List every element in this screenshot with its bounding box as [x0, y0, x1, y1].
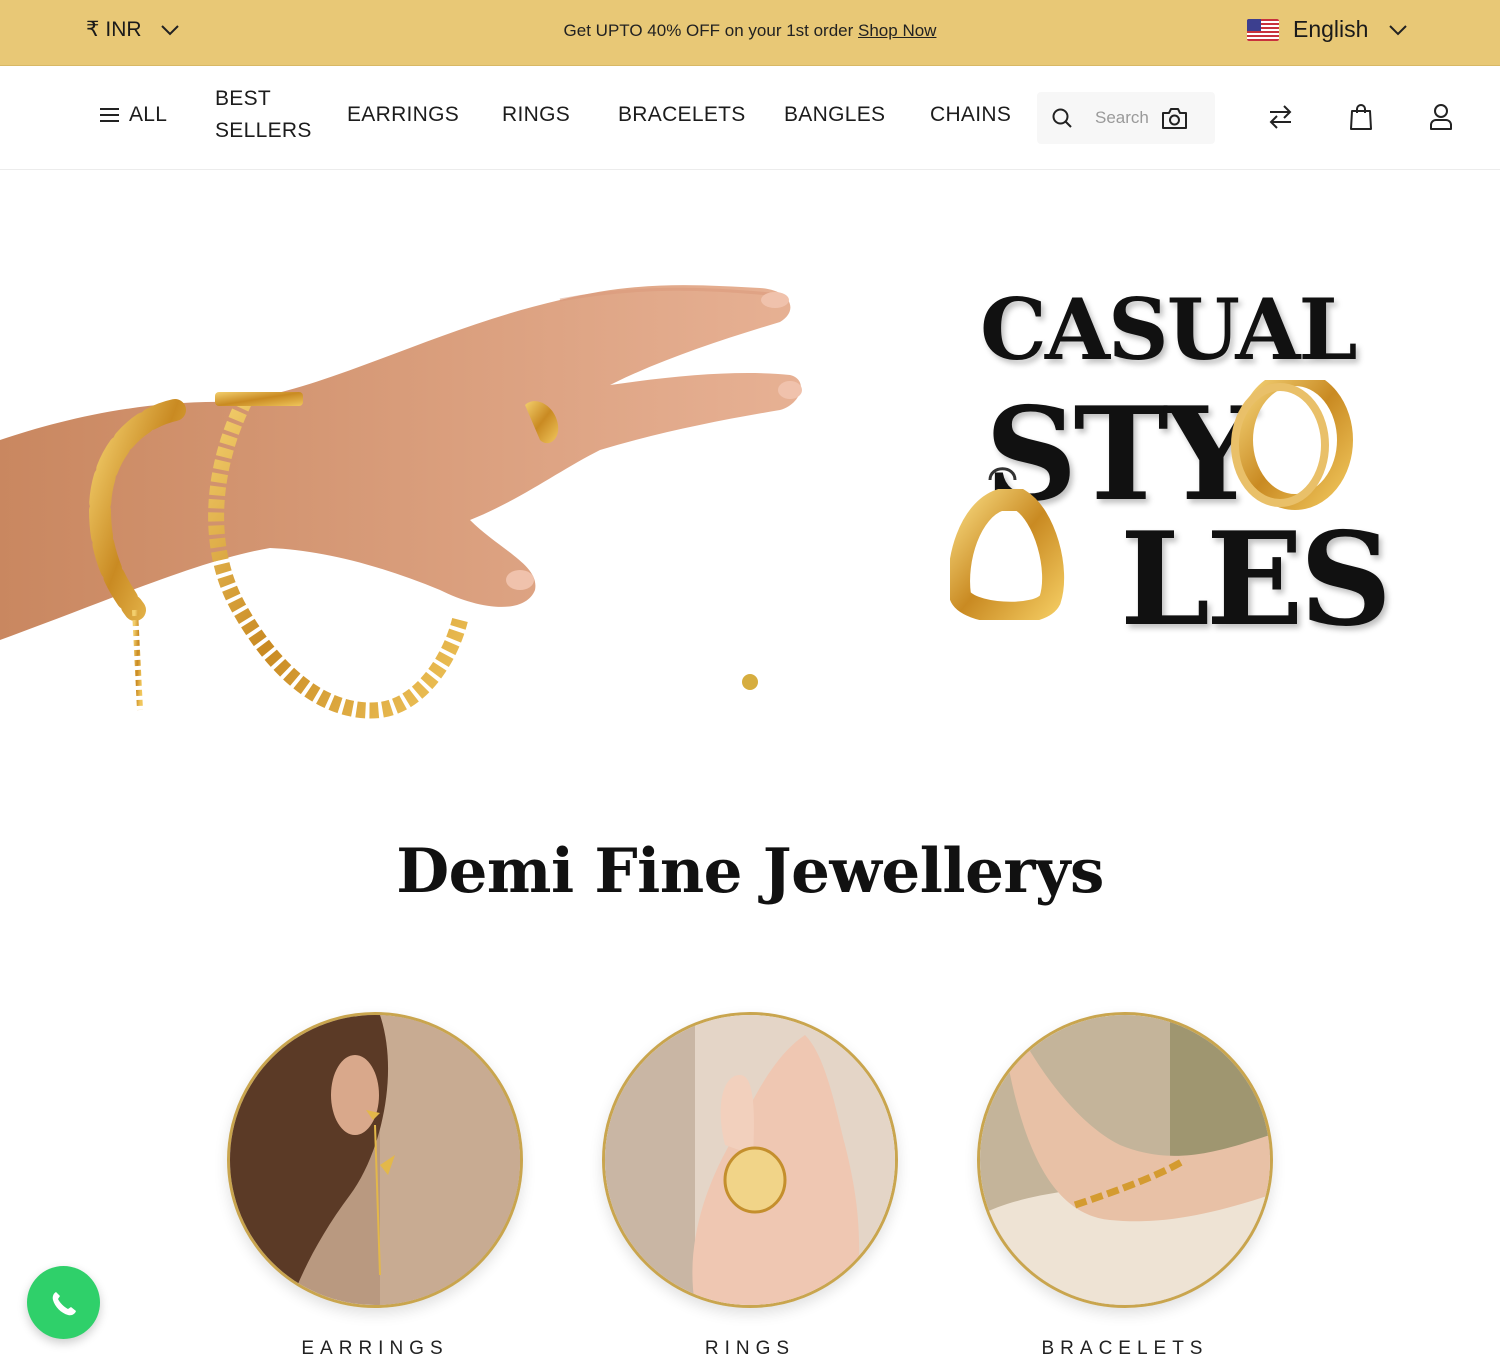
category-image-rings — [602, 1012, 898, 1308]
nav-rings[interactable]: RINGS — [502, 99, 570, 131]
nav-chains[interactable]: CHAINS — [930, 99, 1011, 131]
camera-icon[interactable] — [1161, 106, 1188, 130]
language-selector[interactable]: English — [1247, 16, 1408, 43]
whatsapp-chat-button[interactable] — [27, 1266, 100, 1339]
hero-banner[interactable]: CASUAL STY LES — [0, 170, 1500, 740]
us-flag-icon — [1247, 18, 1279, 41]
category-card-earrings[interactable]: EARRINGS — [227, 1012, 523, 1359]
main-navigation: ALL BEST SELLERS EARRINGS RINGS BRACELET… — [0, 66, 1500, 170]
earring-and-ring-image — [950, 380, 1353, 620]
category-card-bracelets[interactable]: BRACELETS — [977, 1012, 1273, 1359]
announcement-bar: ₹ INR Get UPTO 40% OFF on your 1st order… — [0, 0, 1500, 66]
arrows-swap-icon[interactable] — [1267, 103, 1294, 131]
chevron-down-icon — [1389, 24, 1408, 35]
category-label-rings: RINGS — [704, 1338, 796, 1359]
hamburger-icon — [100, 108, 119, 122]
shop-now-link[interactable]: Shop Now — [858, 21, 936, 40]
category-image-earrings — [227, 1012, 523, 1308]
nav-best-sellers-line1: BEST — [215, 87, 272, 110]
promo-text: Get UPTO 40% OFF on your 1st order — [563, 21, 859, 40]
search-icon[interactable] — [1051, 107, 1073, 129]
category-label-bracelets: BRACELETS — [1041, 1338, 1209, 1359]
phone-icon — [52, 1291, 76, 1315]
carousel-dot-active[interactable] — [742, 674, 758, 690]
user-icon[interactable] — [1429, 103, 1453, 131]
nav-best-sellers[interactable]: BEST SELLERS — [215, 83, 312, 147]
nav-earrings[interactable]: EARRINGS — [347, 99, 459, 131]
shopping-bag-icon[interactable] — [1349, 103, 1373, 131]
section-title: Demi Fine Jewellerys — [396, 836, 1104, 907]
language-label: English — [1293, 16, 1369, 42]
hero-title-line1: CASUAL — [980, 280, 1358, 379]
menu-all-button[interactable]: ALL — [100, 99, 167, 131]
category-card-rings[interactable]: RINGS — [602, 1012, 898, 1359]
nav-bracelets[interactable]: BRACELETS — [618, 99, 746, 131]
nav-best-sellers-line2: SELLERS — [215, 119, 312, 142]
category-label-earrings: EARRINGS — [301, 1338, 449, 1359]
hand-with-bracelets-image — [0, 285, 802, 719]
search-bar — [1037, 92, 1215, 144]
nav-bangles[interactable]: BANGLES — [784, 99, 885, 131]
category-image-bracelets — [977, 1012, 1273, 1308]
search-input[interactable] — [1093, 107, 1157, 129]
menu-all-label: ALL — [129, 103, 168, 126]
